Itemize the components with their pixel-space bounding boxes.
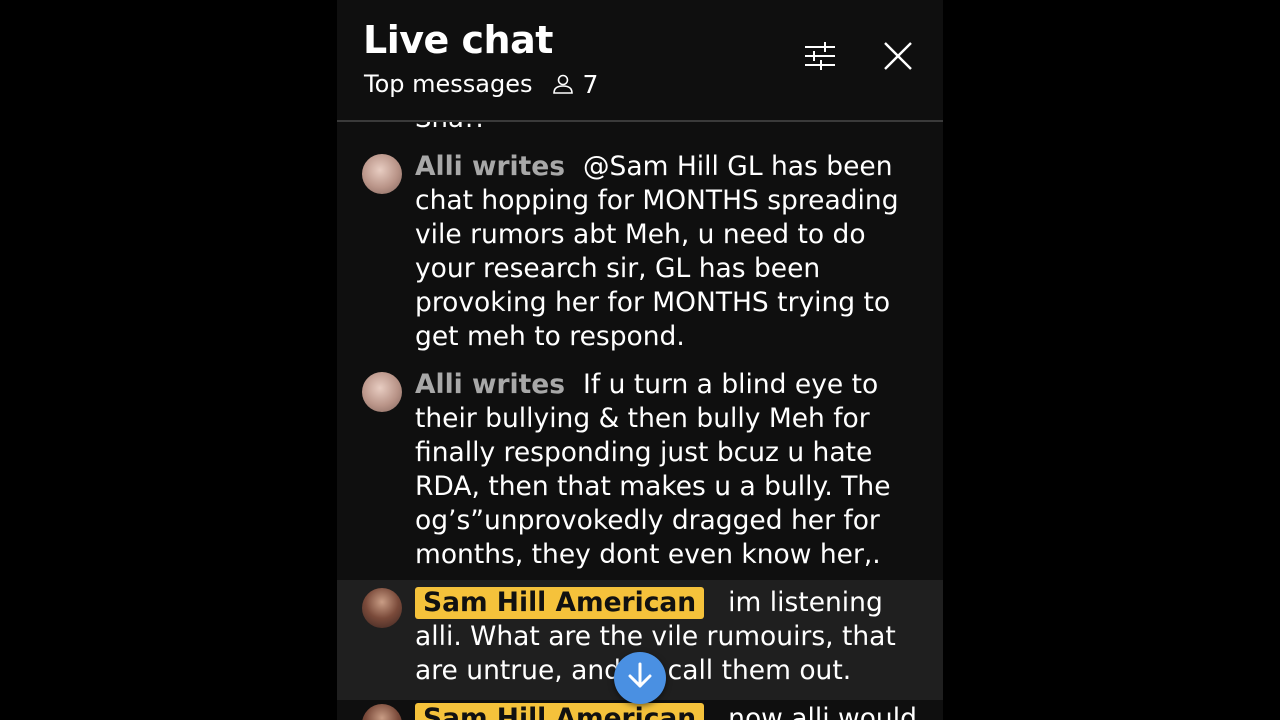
message-author-badge[interactable]: Sam Hill American xyxy=(415,703,705,720)
chat-mode-label: Top messages xyxy=(364,70,533,98)
chat-header: Live chat Top messages 7 xyxy=(337,0,943,122)
message-author[interactable]: Alli writes xyxy=(415,151,565,182)
avatar[interactable] xyxy=(362,588,402,628)
cut-off-message-text: Sha!! xyxy=(415,122,485,136)
chat-feed[interactable]: Sha!! Alli writes@Sam Hill GL has been c… xyxy=(337,122,943,720)
message-body: Alli writes If u turn a blind eye to thei… xyxy=(415,368,920,572)
sliders-icon xyxy=(803,41,837,75)
message-text: now alli would xyxy=(728,703,917,720)
scroll-to-bottom-button[interactable] xyxy=(614,652,666,704)
filter-button[interactable] xyxy=(799,38,841,78)
arrow-down-icon xyxy=(627,662,653,694)
close-button[interactable] xyxy=(878,38,918,78)
chat-message[interactable]: Alli writes If u turn a blind eye to thei… xyxy=(337,368,943,578)
message-body: Alli writes @Sam Hill GL has been chat ho… xyxy=(415,150,920,354)
viewer-count: 7 xyxy=(582,69,599,99)
avatar[interactable] xyxy=(362,704,402,720)
chat-mode-selector[interactable]: Top messages 7 xyxy=(364,68,598,100)
avatar[interactable] xyxy=(362,372,402,412)
message-body: Sam Hill American now alli would xyxy=(415,702,920,720)
live-chat-panel: Live chat Top messages 7 Alli writes @Sa… xyxy=(337,0,943,720)
message-author[interactable]: Alli writes xyxy=(415,369,565,400)
person-icon xyxy=(551,73,575,95)
chat-message[interactable]: Alli writes @Sam Hill GL has been chat ho… xyxy=(337,150,943,360)
avatar[interactable] xyxy=(362,154,402,194)
chat-title: Live chat xyxy=(363,18,553,62)
message-author-badge[interactable]: Sam Hill American xyxy=(415,587,705,619)
message-body: Sam Hill American im listening alli. What… xyxy=(415,586,920,688)
close-icon xyxy=(882,40,914,76)
